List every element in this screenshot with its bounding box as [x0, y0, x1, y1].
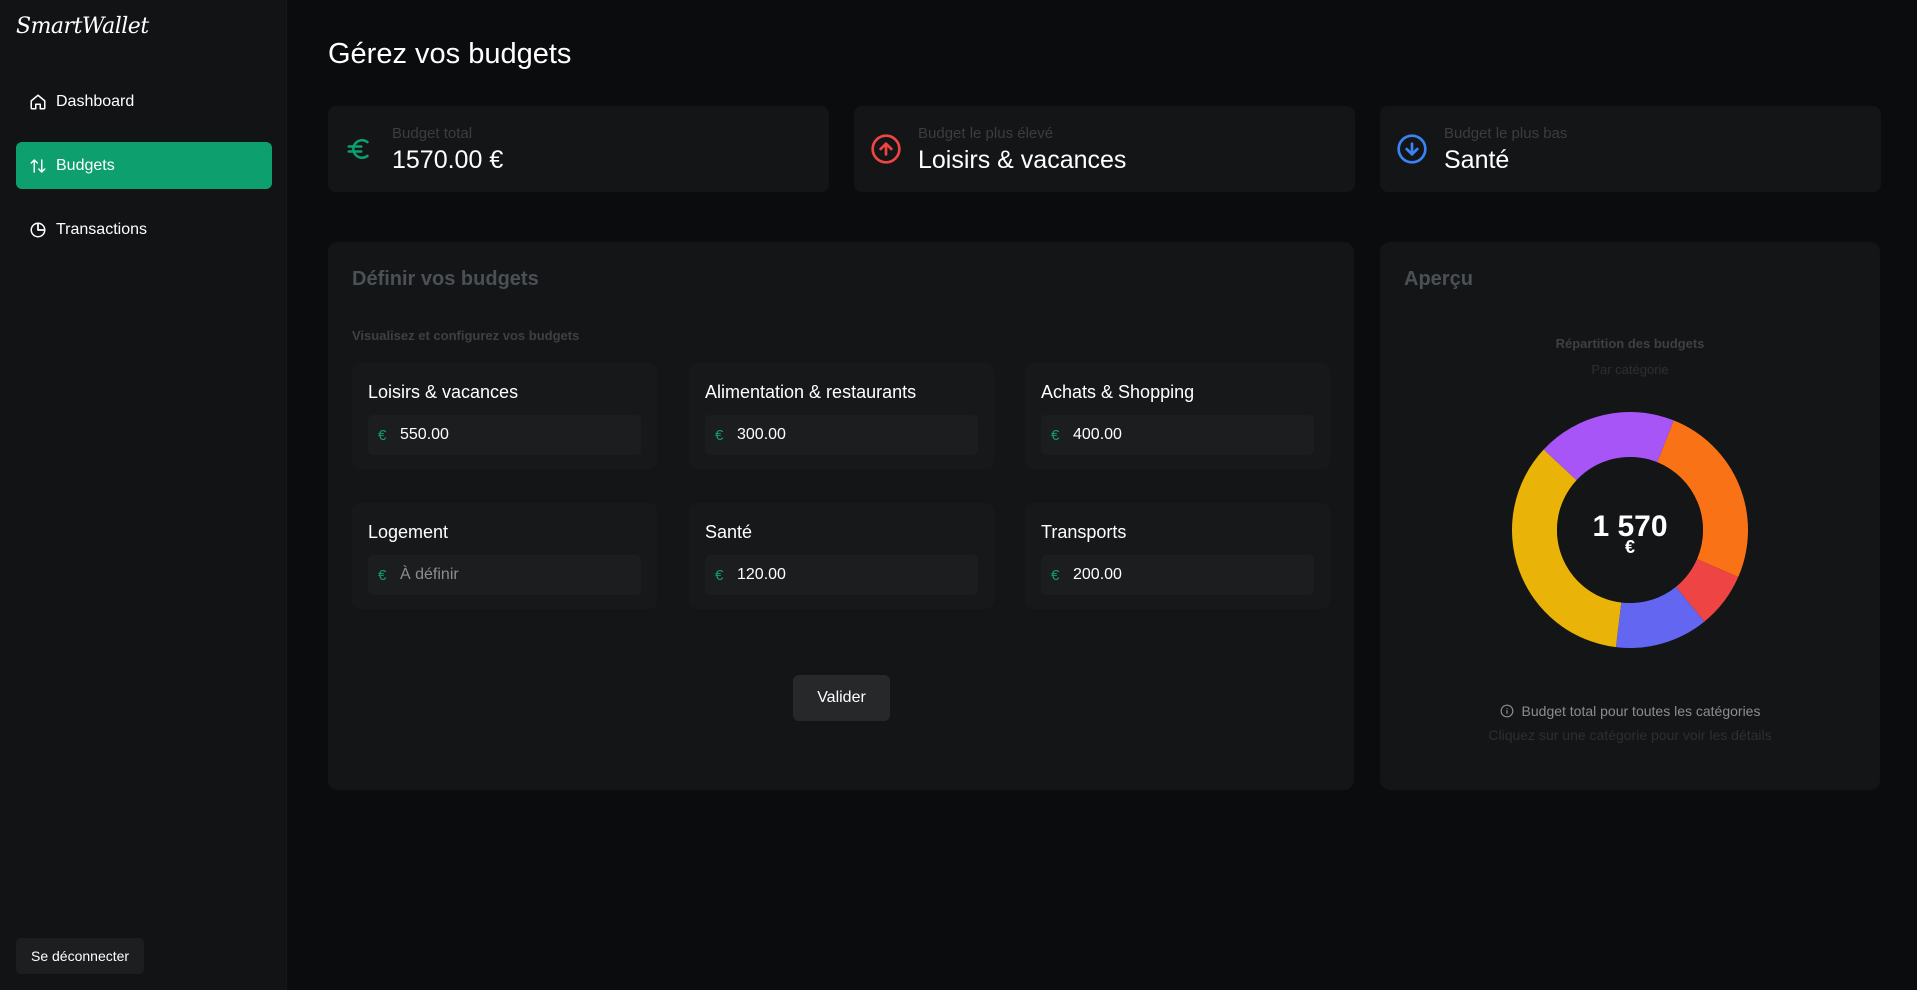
panel-title: Aperçu [1404, 268, 1473, 290]
budget-amount-input[interactable]: € À définir [368, 555, 641, 595]
panel-subtitle: Visualisez et configurez vos budgets [352, 328, 580, 343]
budget-amount-value: 550.00 [400, 426, 449, 443]
chart-note-text: Budget total pour toutes les catégories [1521, 703, 1761, 719]
chart-hint: Cliquez sur une catégorie pour voir les … [1488, 727, 1772, 743]
stat-label: Budget le plus bas [1444, 125, 1568, 142]
info-icon [1500, 704, 1514, 718]
budget-amount-input[interactable]: € 300.00 [705, 415, 978, 455]
budget-amount-value: 200.00 [1073, 566, 1122, 583]
budget-card-transports: Transports € 200.00 [1025, 503, 1330, 609]
euro-icon: € [715, 566, 724, 584]
budget-card-loisirs: Loisirs & vacances € 550.00 [352, 363, 657, 469]
budgets-panel: Définir vos budgets Visualisez et config… [328, 242, 1354, 790]
panel-title: Définir vos budgets [352, 268, 539, 290]
sidebar-item-label: Transactions [56, 220, 147, 238]
arrow-up-circle-icon [870, 133, 902, 165]
pie-chart-icon [28, 220, 48, 240]
stat-value: Santé [1444, 146, 1510, 174]
budget-category-name: Logement [368, 522, 449, 542]
stat-value: 1570.00 € [392, 146, 504, 174]
page-title: Gérez vos budgets [328, 38, 572, 70]
euro-icon [344, 133, 376, 165]
overview-panel: Aperçu Répartition des budgets Par catég… [1380, 242, 1880, 790]
budget-amount-value: 300.00 [737, 426, 786, 443]
euro-icon: € [378, 426, 387, 444]
stat-card-total: Budget total 1570.00 € [328, 106, 829, 192]
sidebar-item-label: Dashboard [56, 92, 135, 110]
budget-card-sante: Santé € 120.00 [689, 503, 994, 609]
app-logo: SmartWallet [16, 14, 149, 39]
budget-category-name: Santé [705, 522, 753, 542]
sidebar-item-label: Budgets [56, 156, 115, 174]
chart-subtitle: Par catégorie [1591, 362, 1669, 377]
budget-card-achats: Achats & Shopping € 400.00 [1025, 363, 1330, 469]
budget-amount-input[interactable]: € 400.00 [1041, 415, 1314, 455]
budget-amount-input[interactable]: € 120.00 [705, 555, 978, 595]
sidebar-item-budgets[interactable]: Budgets [16, 142, 272, 189]
euro-icon: € [1051, 426, 1060, 444]
budget-amount-input[interactable]: € 550.00 [368, 415, 641, 455]
stat-label: Budget total [392, 125, 473, 142]
logout-button[interactable]: Se déconnecter [16, 938, 145, 974]
home-icon [28, 92, 48, 112]
euro-icon: € [378, 566, 387, 584]
budget-card-alimentation: Alimentation & restaurants € 300.00 [689, 363, 994, 469]
sidebar-item-dashboard[interactable]: Dashboard [16, 78, 272, 125]
budget-category-name: Transports [1041, 522, 1127, 542]
chart-title: Répartition des budgets [1555, 336, 1705, 351]
euro-icon: € [715, 426, 724, 444]
stat-label: Budget le plus élevé [918, 125, 1054, 142]
chart-note: Budget total pour toutes les catégories [1380, 703, 1880, 719]
stat-card-highest: Budget le plus élevé Loisirs & vacances [854, 106, 1355, 192]
validate-button[interactable]: Valider [793, 675, 890, 721]
arrow-down-circle-icon [1396, 133, 1428, 165]
budget-card-logement: Logement € À définir [352, 503, 657, 609]
sidebar: SmartWallet Dashboard Budgets Transactio… [0, 0, 287, 990]
sidebar-item-transactions[interactable]: Transactions [16, 206, 272, 253]
stat-value: Loisirs & vacances [918, 146, 1127, 174]
budget-category-name: Achats & Shopping [1041, 382, 1195, 402]
donut-center-unit: € [1624, 537, 1635, 557]
budget-amount-input[interactable]: € 200.00 [1041, 555, 1314, 595]
budget-amount-value: 400.00 [1073, 426, 1122, 443]
budget-amount-placeholder: À définir [400, 566, 459, 583]
arrows-up-down-icon [28, 156, 48, 176]
stat-card-lowest: Budget le plus bas Santé [1380, 106, 1881, 192]
budget-category-name: Loisirs & vacances [368, 382, 519, 402]
euro-icon: € [1051, 566, 1060, 584]
budget-amount-value: 120.00 [737, 566, 786, 583]
budget-category-name: Alimentation & restaurants [705, 382, 917, 402]
